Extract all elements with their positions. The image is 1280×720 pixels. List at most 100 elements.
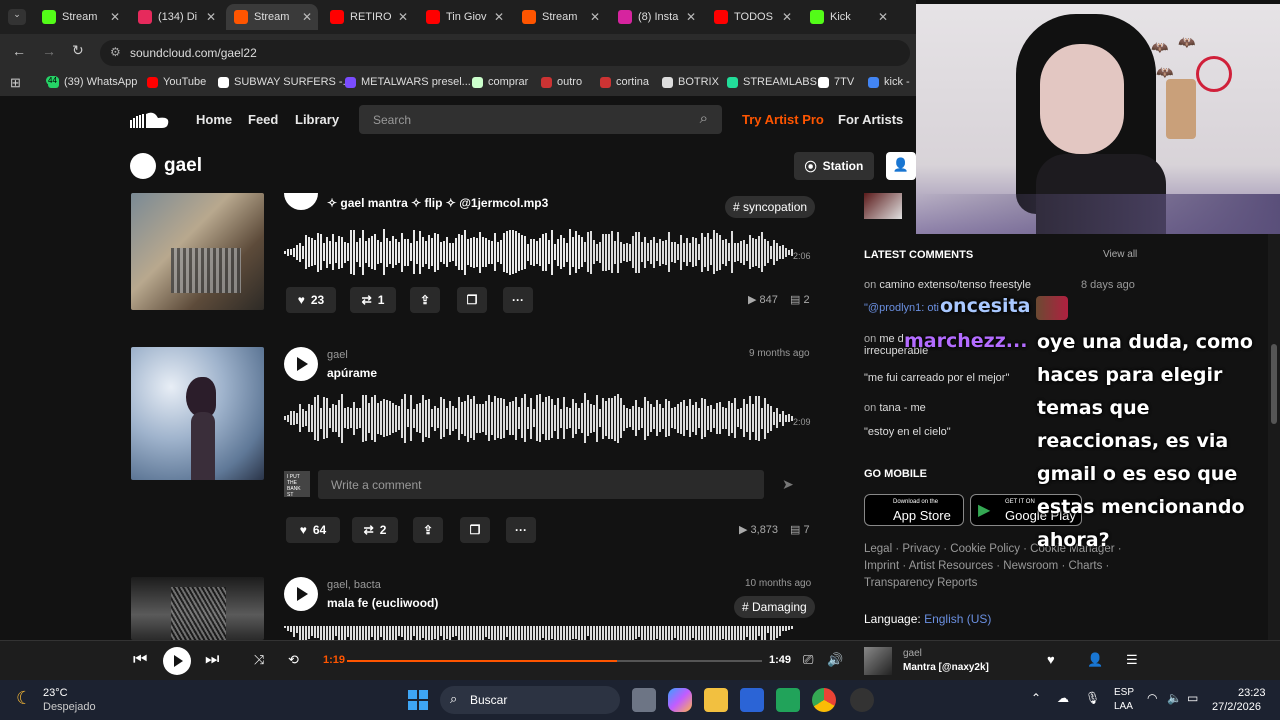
bookmark-item[interactable]: 7TV	[818, 76, 854, 88]
previous-icon[interactable]: ⏮	[133, 651, 147, 669]
comment-count[interactable]: ▤ 2	[790, 293, 810, 306]
track-artist[interactable]: gael, bacta	[327, 579, 381, 591]
microphone-icon[interactable]: 🎙	[1085, 691, 1100, 705]
word-icon[interactable]	[740, 688, 764, 712]
more-button[interactable]: ···	[506, 517, 536, 543]
tab-list-dropdown-icon[interactable]: ⌄	[8, 9, 26, 25]
repost-button[interactable]: ⇄ 1	[350, 287, 396, 313]
app-store-badge[interactable]: Download on the App Store	[864, 494, 964, 526]
soundcloud-logo-icon[interactable]	[130, 112, 170, 128]
next-icon[interactable]: ⏭	[205, 651, 219, 669]
browser-tab[interactable]: RETIRO ✕	[322, 4, 414, 30]
back-icon[interactable]: ←	[12, 43, 26, 59]
play-button[interactable]	[284, 347, 318, 381]
volume-icon[interactable]: 🔊	[827, 652, 843, 668]
copilot-icon[interactable]	[668, 688, 692, 712]
comment-item[interactable]: on tana - me	[864, 402, 1034, 414]
shuffle-icon[interactable]: ⤨	[254, 652, 264, 668]
weather-temp[interactable]: 23°C	[43, 687, 68, 699]
track-artwork[interactable]	[131, 347, 264, 480]
avatar[interactable]	[130, 153, 156, 179]
comment-count[interactable]: ▤ 7	[790, 523, 810, 536]
bookmark-item[interactable]: YouTube	[147, 76, 206, 88]
comment-track[interactable]: camino extenso/tenso freestyle	[879, 279, 1031, 291]
track-waveform[interactable]	[284, 392, 794, 444]
repost-button[interactable]: ⇄ 2	[352, 517, 398, 543]
reload-icon[interactable]: ↻	[72, 42, 84, 59]
comment-input[interactable]: Write a comment	[318, 470, 764, 499]
close-tab-icon[interactable]: ✕	[398, 10, 408, 24]
follow-button[interactable]: 👤	[886, 152, 916, 180]
copy-link-button[interactable]: ❐	[457, 287, 487, 313]
search-input[interactable]: Search ⌕	[359, 105, 722, 134]
now-playing-artist[interactable]: gael	[903, 648, 922, 659]
bookmark-item[interactable]: comprar	[472, 76, 528, 88]
track-waveform[interactable]	[284, 226, 794, 278]
send-comment-icon[interactable]: ➤	[782, 476, 794, 493]
close-tab-icon[interactable]: ✕	[686, 10, 696, 24]
bookmark-item[interactable]: kick -	[868, 76, 910, 88]
like-button[interactable]: ♥ 23	[286, 287, 336, 313]
wifi-icon[interactable]: ◠	[1147, 691, 1157, 705]
share-button[interactable]: ⇪	[410, 287, 440, 313]
lang-layout[interactable]: LAA	[1114, 701, 1133, 712]
track-artist[interactable]: gael	[327, 349, 348, 361]
nav-home[interactable]: Home	[196, 112, 232, 127]
bookmark-item[interactable]: (39) WhatsApp	[48, 76, 137, 88]
view-all-link[interactable]: View all	[1103, 249, 1137, 260]
bookmark-item[interactable]: SUBWAY SURFERS -...	[218, 76, 352, 88]
progress-bar[interactable]	[347, 660, 762, 662]
track-title[interactable]: mala fe (eucliwood)	[327, 596, 438, 610]
bookmark-item[interactable]: outro	[541, 76, 582, 88]
clock-time[interactable]: 23:23	[1238, 687, 1266, 699]
apps-grid-icon[interactable]: ⊞	[10, 75, 21, 91]
obs-icon[interactable]	[850, 688, 874, 712]
like-button[interactable]: ♥ 64	[286, 517, 340, 543]
close-tab-icon[interactable]: ✕	[590, 10, 600, 24]
battery-icon[interactable]: ▭	[1187, 691, 1198, 705]
chrome-icon[interactable]	[812, 688, 836, 712]
nav-library[interactable]: Library	[295, 112, 339, 127]
cast-icon[interactable]: ⎚	[803, 652, 813, 668]
track-artwork[interactable]	[131, 577, 264, 640]
track-title[interactable]: apúrame	[327, 366, 377, 380]
browser-tab[interactable]: Stream ✕	[514, 4, 606, 30]
profile-name[interactable]: gael	[164, 155, 202, 177]
close-tab-icon[interactable]: ✕	[878, 10, 888, 24]
browser-tab[interactable]: (134) Di ✕	[130, 4, 222, 30]
browser-tab[interactable]: TODOS ✕	[706, 4, 798, 30]
bookmark-item[interactable]: cortina	[600, 76, 649, 88]
start-button[interactable]	[408, 690, 428, 710]
more-button[interactable]: ···	[503, 287, 533, 313]
track-tag[interactable]: # syncopation	[725, 196, 816, 218]
taskbar-search[interactable]: ⌕ Buscar	[440, 686, 620, 714]
bookmark-item[interactable]: METALWARS presel...	[345, 76, 471, 88]
nav-feed[interactable]: Feed	[248, 112, 278, 127]
copy-link-button[interactable]: ❐	[460, 517, 490, 543]
queue-icon[interactable]: ☰	[1126, 652, 1138, 668]
file-explorer-icon[interactable]	[704, 688, 728, 712]
task-view-icon[interactable]	[632, 688, 656, 712]
language-link[interactable]: English (US)	[924, 612, 991, 626]
now-playing-title[interactable]: Mantra [@naxy2k]	[903, 662, 989, 673]
tray-overflow-icon[interactable]: ⌃	[1031, 691, 1041, 705]
play-button[interactable]	[284, 577, 318, 611]
repeat-icon[interactable]: ⟲	[288, 652, 299, 668]
browser-tab[interactable]: Kick ✕	[802, 4, 894, 30]
now-playing-artwork[interactable]	[864, 647, 892, 675]
comment-track[interactable]: tana - me	[879, 402, 925, 414]
close-tab-icon[interactable]: ✕	[110, 10, 120, 24]
spreadsheet-icon[interactable]	[776, 688, 800, 712]
sidebar-avatar[interactable]	[864, 193, 902, 219]
close-tab-icon[interactable]: ✕	[206, 10, 216, 24]
close-tab-icon[interactable]: ✕	[302, 10, 312, 24]
comment-track[interactable]: me d	[879, 333, 903, 345]
share-button[interactable]: ⇪	[413, 517, 443, 543]
browser-tab[interactable]: (8) Insta ✕	[610, 4, 702, 30]
track-tag[interactable]: # Damaging	[734, 596, 815, 618]
browser-tab[interactable]: Stream ✕	[34, 4, 126, 30]
clock-date[interactable]: 27/2/2026	[1212, 701, 1261, 713]
play-button[interactable]	[284, 193, 318, 210]
follow-icon[interactable]: 👤	[1087, 652, 1103, 668]
play-pause-button[interactable]	[163, 647, 191, 675]
